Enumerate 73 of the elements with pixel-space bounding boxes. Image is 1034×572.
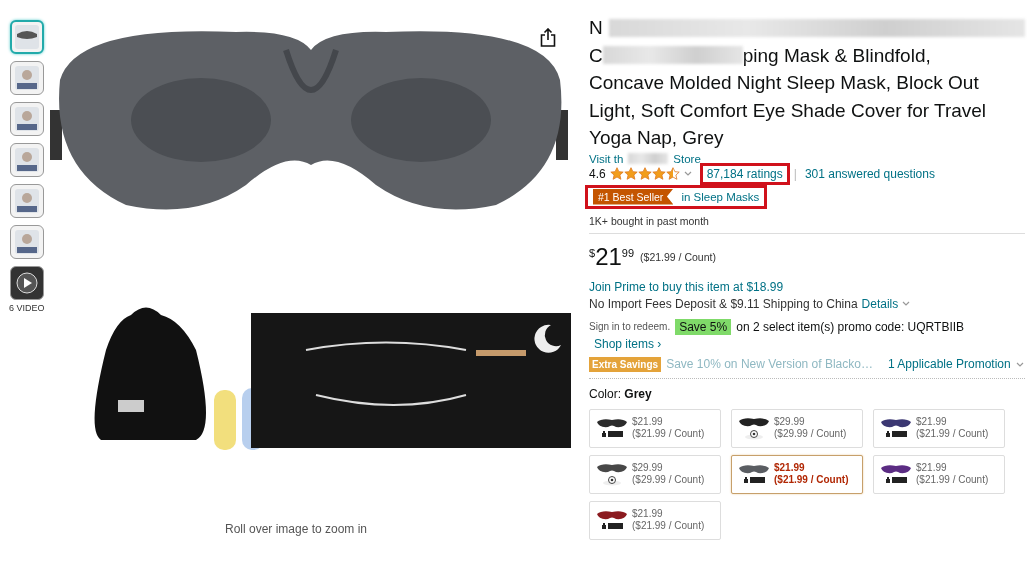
extra-savings-badge: Extra Savings xyxy=(589,356,662,372)
coupon-badge: Save 5% xyxy=(675,318,732,335)
color-option[interactable]: $29.99 ($29.99 / Count) xyxy=(731,408,863,448)
color-option[interactable]: $21.99 ($21.99 / Count) xyxy=(589,500,721,540)
figurine-icon xyxy=(742,428,766,440)
image-thumbnail[interactable] xyxy=(10,225,44,259)
option-price: $21.99 ($21.99 / Count) xyxy=(916,462,989,486)
rating-value: 4.6 xyxy=(589,166,606,181)
box-icon xyxy=(742,476,766,484)
color-option[interactable]: $21.99 ($21.99 / Count) xyxy=(589,408,721,448)
thumbnail-picture-icon xyxy=(14,147,40,173)
box-icon xyxy=(884,476,908,484)
color-option[interactable]: $29.99 ($29.99 / Count) xyxy=(589,454,721,494)
thumbnail-picture-icon xyxy=(14,229,40,255)
best-seller-badge: #1 Best Seller xyxy=(593,188,674,205)
option-price: $21.99 ($21.99 / Count) xyxy=(774,462,849,486)
thumbnail-picture-icon xyxy=(14,24,40,50)
chevron-down-icon xyxy=(902,301,911,306)
video-count-label: 6 VIDEO xyxy=(9,303,46,313)
thumbnail-picture-icon xyxy=(14,188,40,214)
play-icon xyxy=(16,272,38,294)
star-icon xyxy=(665,167,680,180)
star-icon xyxy=(651,167,666,180)
details-link[interactable]: Details xyxy=(861,296,899,311)
title-text: N xyxy=(589,16,603,40)
shipping-text: No Import Fees Deposit & $9.11 Shipping to China xyxy=(589,296,858,311)
image-thumbnail[interactable] xyxy=(10,184,44,218)
unit-price: ($21.99 / Count) xyxy=(640,250,716,263)
title-text: Light, Soft Comfort Eye Shade Cover for Travel xyxy=(589,98,987,123)
star-icon xyxy=(609,167,624,180)
box-icon xyxy=(884,430,908,438)
savings-text: Save 10% on New Version of Blacko… xyxy=(666,357,873,371)
prime-link[interactable]: Join Prime to buy this item at $18.99 xyxy=(589,279,1025,294)
store-link[interactable]: Visit th xyxy=(589,151,624,166)
thumbnail-picture-icon xyxy=(14,106,40,132)
box-icon xyxy=(600,430,624,438)
image-thumbnail[interactable] xyxy=(10,61,44,95)
color-label: Color: Grey xyxy=(589,386,653,401)
title-text: C xyxy=(589,43,603,68)
thumbnail-picture-icon xyxy=(14,65,40,91)
separator: | xyxy=(793,166,797,181)
box-icon xyxy=(600,522,624,530)
image-thumbnail[interactable] xyxy=(10,102,44,136)
category-link[interactable]: in Sleep Masks xyxy=(681,190,760,203)
promotion-link[interactable]: 1 Applicable Promotion xyxy=(887,357,1011,371)
sign-in-note: Sign in to redeem. xyxy=(589,321,671,332)
promo-text: on 2 select item(s) promo code: UQRTBIIB xyxy=(736,319,965,334)
image-thumbnail[interactable] xyxy=(10,20,44,54)
option-price: $29.99 ($29.99 / Count) xyxy=(632,462,705,486)
title-text: ping Mask & Blindfold, xyxy=(742,43,931,68)
store-link[interactable]: Store xyxy=(673,151,701,166)
image-thumbnail[interactable] xyxy=(10,143,44,177)
purchase-count: 1K+ bought in past month xyxy=(589,214,1025,234)
share-icon[interactable] xyxy=(540,28,556,47)
chevron-down-icon xyxy=(1015,361,1024,367)
figurine-icon xyxy=(600,474,624,486)
color-option[interactable]: $21.99 ($21.99 / Count) xyxy=(873,408,1005,448)
option-price: $21.99 ($21.99 / Count) xyxy=(632,416,705,440)
star-icon xyxy=(637,167,652,180)
star-icon xyxy=(623,167,638,180)
option-price: $29.99 ($29.99 / Count) xyxy=(774,416,847,440)
title-text: Concave Molded Night Sleep Mask, Block Out xyxy=(589,71,979,95)
zoom-hint: Roll over image to zoom in xyxy=(224,522,368,536)
video-thumbnail[interactable] xyxy=(10,266,44,300)
option-price: $21.99 ($21.99 / Count) xyxy=(916,416,989,440)
title-text: Yoga Nap, Grey xyxy=(589,126,724,150)
color-option[interactable]: $21.99 ($21.99 / Count) xyxy=(731,454,863,494)
option-price: $21.99 ($21.99 / Count) xyxy=(632,508,705,532)
chevron-down-icon xyxy=(683,171,692,176)
shop-items-link[interactable]: Shop items › xyxy=(594,336,1025,351)
color-option[interactable]: $21.99 ($21.99 / Count) xyxy=(873,454,1005,494)
answered-questions-link[interactable]: 301 answered questions xyxy=(804,166,935,181)
blurred-text xyxy=(628,153,669,164)
